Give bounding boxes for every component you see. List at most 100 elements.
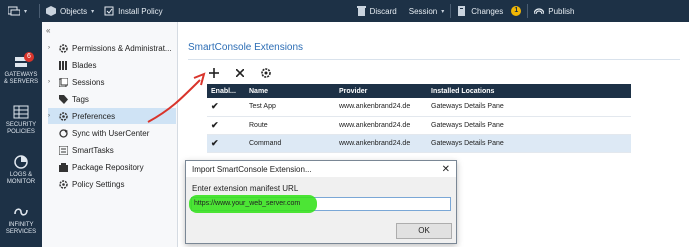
column-header-name[interactable]: Name	[245, 84, 335, 98]
chevron-right-icon: ›	[48, 45, 50, 51]
extension-name: Route	[245, 116, 335, 135]
manifest-url-value: https://www.your_web_server.com	[194, 200, 301, 207]
page-title: SmartConsole Extensions	[188, 42, 304, 53]
tree-item-policy-settings[interactable]: Policy Settings	[48, 176, 176, 192]
tree-item-sync-usercenter[interactable]: Sync with UserCenter	[48, 125, 176, 141]
extension-locations: Gateways Details Pane	[427, 98, 631, 117]
ok-button[interactable]: OK	[396, 223, 452, 239]
infinity-label-1: INFINITY	[8, 222, 34, 228]
tree-item-label: Blades	[72, 60, 97, 70]
objects-menu-button[interactable]: Objects ▾	[46, 6, 94, 16]
trash-icon	[356, 6, 366, 16]
extension-locations: Gateways Details Pane	[427, 134, 631, 153]
plus-icon	[209, 68, 219, 78]
cube-icon	[46, 6, 57, 16]
column-header-provider[interactable]: Provider	[335, 84, 427, 98]
logs-monitor-nav[interactable]: LOGS & MONITOR	[0, 150, 42, 196]
tree-item-smarttasks[interactable]: SmartTasks	[48, 142, 176, 158]
tree-item-label: Sessions	[72, 77, 105, 87]
gear-icon	[261, 68, 271, 78]
gear-icon	[58, 179, 68, 189]
gear-icon	[58, 111, 68, 121]
objects-label: Objects	[60, 6, 88, 16]
collapse-panel-button[interactable]: «	[46, 26, 50, 35]
extensions-table: Enabl... Name Provider Installed Locatio…	[207, 84, 631, 153]
remove-extension-button[interactable]	[233, 66, 247, 80]
dialog-titlebar: Import SmartConsole Extension... ✕	[186, 161, 456, 177]
close-dialog-button[interactable]: ✕	[442, 164, 450, 175]
settings-tree-panel: « › Permissions & Administrat... Blades …	[42, 22, 178, 247]
tree-item-permissions[interactable]: › Permissions & Administrat...	[48, 40, 176, 56]
chevron-down-icon: ▾	[441, 8, 445, 15]
app-menu-button[interactable]: ▾	[8, 6, 27, 16]
enabled-checkmark[interactable]: ✔	[207, 98, 245, 117]
divider	[527, 4, 529, 18]
table-row[interactable]: ✔ Command www.ankenbrand24.de Gateways D…	[207, 134, 631, 153]
tree-item-tags[interactable]: Tags	[48, 91, 176, 107]
top-toolbar: ▾ Objects ▾ Install Policy Discard Sessi…	[0, 0, 689, 22]
import-extension-dialog: Import SmartConsole Extension... ✕ Enter…	[185, 160, 457, 244]
security-label-2: POLICIES	[7, 129, 35, 135]
table-header-row: Enabl... Name Provider Installed Locatio…	[207, 84, 631, 98]
infinity-services-nav[interactable]: INFINITY SERVICES	[0, 200, 42, 246]
chevron-right-icon: ›	[48, 79, 50, 85]
package-icon	[58, 162, 68, 172]
extension-name: Test App	[245, 98, 335, 117]
app-menu-icon	[8, 6, 20, 16]
extension-settings-button[interactable]	[259, 66, 273, 80]
extension-provider: www.ankenbrand24.de	[335, 134, 427, 153]
extension-name: Command	[245, 134, 335, 153]
gear-icon	[58, 43, 68, 53]
tree-item-sessions[interactable]: › Sessions	[48, 74, 176, 90]
changes-button[interactable]: Changes 1	[457, 6, 522, 16]
tree-item-label: Sync with UserCenter	[72, 128, 150, 138]
gateways-badge: 6	[24, 52, 34, 62]
column-header-enabled[interactable]: Enabl...	[207, 84, 245, 98]
session-label: Session	[408, 6, 438, 16]
tree-item-label: Package Repository	[72, 162, 144, 172]
tree-item-preferences[interactable]: › Preferences	[48, 108, 176, 124]
security-policies-nav[interactable]: SECURITY POLICIES	[0, 100, 42, 146]
column-header-installed-locations[interactable]: Installed Locations	[427, 84, 631, 98]
tree-item-blades[interactable]: Blades	[48, 57, 176, 73]
divider	[188, 59, 680, 60]
install-policy-button[interactable]: Install Policy	[104, 6, 163, 16]
left-navigation: 6 GATEWAYS & SERVERS SECURITY POLICIES L…	[0, 22, 42, 247]
publish-button[interactable]: Publish	[534, 6, 575, 16]
publish-icon	[534, 8, 545, 15]
gateways-servers-nav[interactable]: 6 GATEWAYS & SERVERS	[0, 50, 42, 96]
table-row[interactable]: ✔ Route www.ankenbrand24.de Gateways Det…	[207, 116, 631, 135]
install-policy-label: Install Policy	[118, 6, 163, 16]
add-extension-button[interactable]	[207, 66, 221, 80]
infinity-label-2: SERVICES	[5, 229, 37, 235]
tree-item-label: Permissions & Administrat...	[72, 43, 172, 53]
dialog-title: Import SmartConsole Extension...	[192, 164, 312, 174]
extension-provider: www.ankenbrand24.de	[335, 116, 427, 135]
tree-item-label: SmartTasks	[72, 145, 114, 155]
gateways-label-2: & SERVERS	[3, 79, 39, 85]
sessions-icon	[58, 77, 68, 87]
close-icon	[236, 69, 244, 77]
changes-count-badge: 1	[511, 6, 522, 16]
infinity-services-icon	[14, 208, 28, 216]
discard-button[interactable]: Discard	[356, 6, 397, 16]
tag-icon	[58, 94, 68, 104]
enabled-checkmark[interactable]: ✔	[207, 134, 245, 153]
chevron-right-icon: ›	[48, 113, 50, 119]
session-menu-button[interactable]: Session ▾	[409, 7, 444, 16]
tree-item-package-repository[interactable]: Package Repository	[48, 159, 176, 175]
sync-icon	[58, 128, 68, 138]
discard-label: Discard	[369, 6, 397, 16]
publish-label: Publish	[548, 6, 575, 16]
extension-locations: Gateways Details Pane	[427, 116, 631, 135]
chevron-down-icon: ▾	[24, 8, 28, 15]
security-label-1: SECURITY	[5, 122, 37, 128]
enabled-checkmark[interactable]: ✔	[207, 116, 245, 135]
install-policy-icon	[104, 6, 114, 16]
manifest-url-label: Enter extension manifest URL	[192, 184, 299, 193]
divider	[450, 4, 452, 18]
gateways-label-1: GATEWAYS	[4, 72, 38, 78]
blades-icon	[58, 60, 68, 70]
table-row[interactable]: ✔ Test App www.ankenbrand24.de Gateways …	[207, 98, 631, 117]
logs-label-1: LOGS &	[9, 172, 33, 178]
